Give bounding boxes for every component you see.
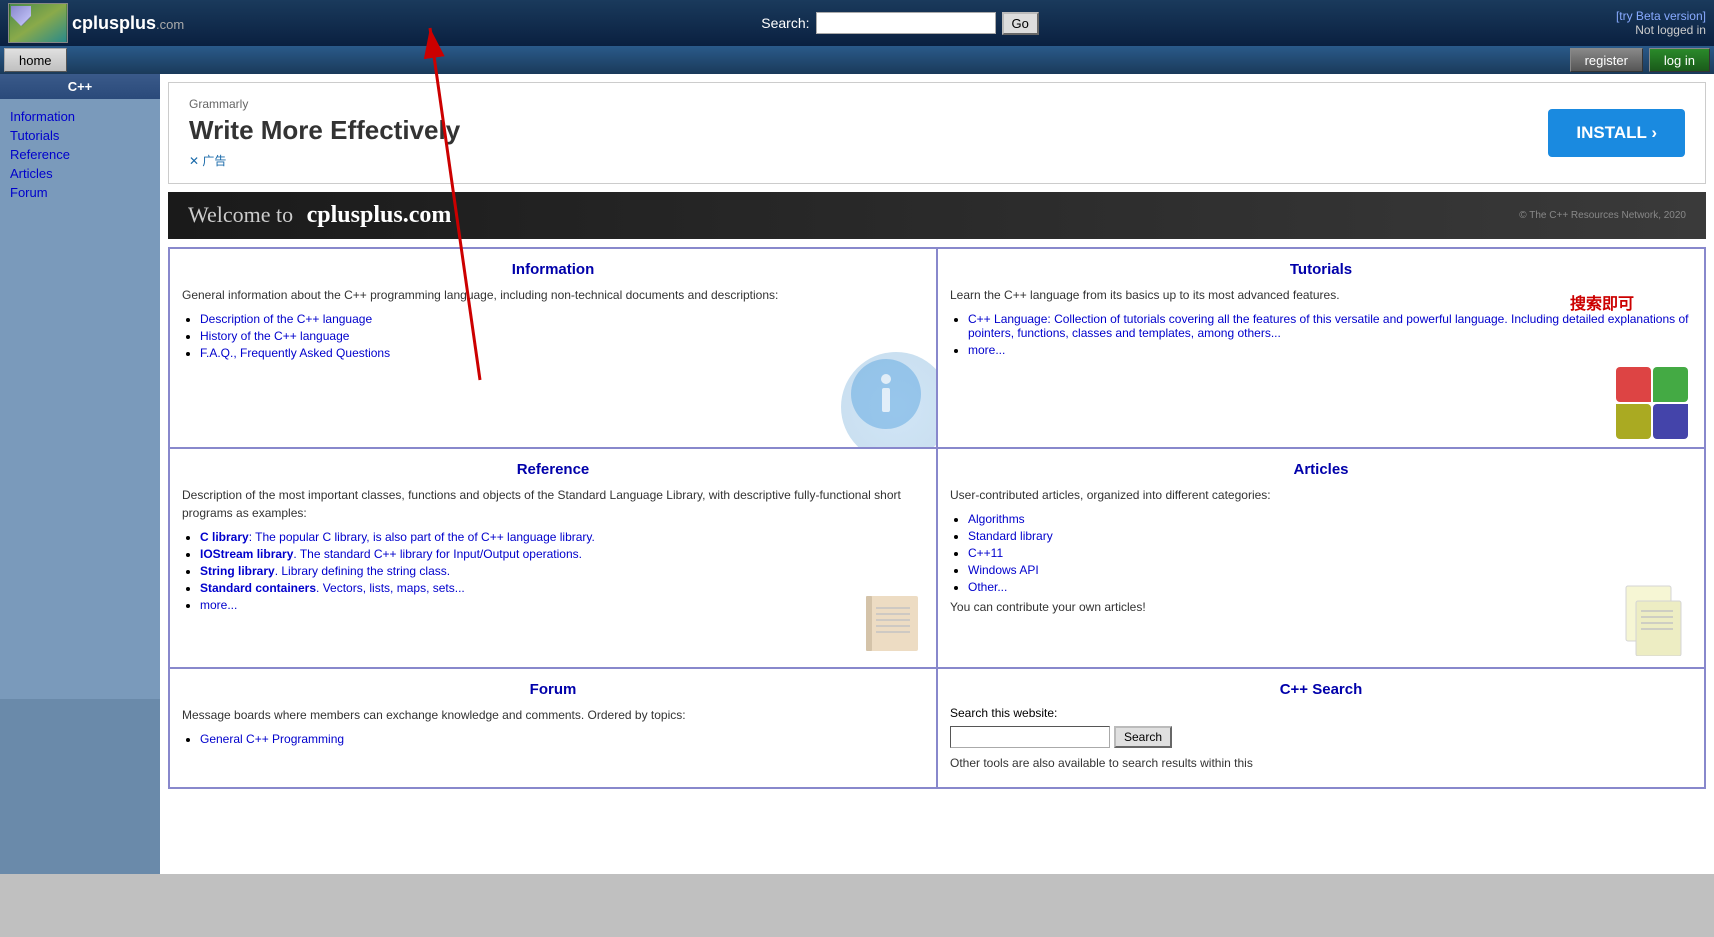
register-button[interactable]: register [1570, 48, 1643, 72]
search-website-button[interactable]: Search [1114, 726, 1172, 748]
puzzle-decoration [1616, 367, 1696, 439]
search-website-input[interactable] [950, 726, 1110, 748]
logo-text-area: cplusplus.com [72, 13, 184, 34]
articles-links: Algorithms Standard library C++11 Window… [968, 512, 1692, 594]
tutorials-cell: Tutorials Learn the C++ language from it… [937, 248, 1705, 448]
sidebar-title: C++ [0, 74, 160, 99]
tut-link-1[interactable]: C++ Language: Collection of tutorials co… [968, 312, 1688, 340]
sidebar-links: Information Tutorials Reference Articles… [0, 99, 160, 699]
ref-link-3[interactable]: String library. Library defining the str… [200, 564, 450, 578]
beta-link[interactable]: [try Beta version] [1616, 9, 1706, 23]
doc-decoration [1621, 581, 1696, 659]
ad-brand: Grammarly [189, 97, 460, 111]
cppsearch-title: C++ Search [950, 681, 1692, 698]
sidebar-item-forum[interactable]: Forum [10, 185, 150, 200]
sidebar-item-tutorials[interactable]: Tutorials [10, 128, 150, 143]
welcome-text-area: Welcome to cplusplus.com [188, 202, 451, 229]
welcome-banner: Welcome to cplusplus.com © The C++ Resou… [168, 192, 1706, 239]
information-links: Description of the C++ language History … [200, 312, 924, 360]
home-button[interactable]: home [4, 48, 67, 72]
search-extra: Other tools are also available to search… [950, 756, 1692, 770]
forum-links: General C++ Programming [200, 732, 924, 746]
sidebar-item-reference[interactable]: Reference [10, 147, 150, 162]
go-button[interactable]: Go [1002, 12, 1039, 35]
install-button[interactable]: INSTALL › [1548, 109, 1685, 157]
reference-cell: Reference Description of the most import… [169, 448, 937, 668]
info-link-2[interactable]: History of the C++ language [200, 329, 349, 343]
art-link-3[interactable]: C++11 [968, 546, 1003, 560]
forum-link-1[interactable]: General C++ Programming [200, 732, 344, 746]
articles-extra: You can contribute your own articles! [950, 600, 1692, 614]
search-website-label: Search this website: [950, 706, 1692, 720]
welcome-brand: cplusplus.com [307, 202, 452, 228]
logo-icon [8, 3, 68, 43]
articles-cell: Articles User-contributed articles, orga… [937, 448, 1705, 668]
reference-title: Reference [182, 461, 924, 478]
cppsearch-cell: C++ Search Search this website: Search O… [937, 668, 1705, 788]
search-input[interactable] [816, 12, 996, 34]
tut-link-more[interactable]: more... [968, 343, 1005, 357]
content-grid: Information General information about th… [168, 247, 1706, 789]
welcome-copyright: © The C++ Resources Network, 2020 [1519, 210, 1686, 221]
tutorials-title: Tutorials [950, 261, 1692, 278]
search-website-row: Search [950, 726, 1692, 748]
tutorials-desc: Learn the C++ language from its basics u… [950, 286, 1692, 304]
book-decoration [858, 586, 928, 659]
search-label: Search: [761, 15, 809, 31]
tutorials-links: C++ Language: Collection of tutorials co… [968, 312, 1692, 357]
information-desc: General information about the C++ progra… [182, 286, 924, 304]
login-button[interactable]: log in [1649, 48, 1710, 72]
art-link-4[interactable]: Windows API [968, 563, 1039, 577]
ref-link-4[interactable]: Standard containers. Vectors, lists, map… [200, 581, 465, 595]
welcome-text: Welcome to [188, 202, 293, 227]
ad-title: Write More Effectively [189, 115, 460, 146]
ad-banner: Grammarly Write More Effectively ✕ 广告 IN… [168, 82, 1706, 184]
art-link-5[interactable]: Other... [968, 580, 1007, 594]
articles-desc: User-contributed articles, organized int… [950, 486, 1692, 504]
articles-title: Articles [950, 461, 1692, 478]
navbar: home register log in [0, 46, 1714, 74]
info-link-1[interactable]: Description of the C++ language [200, 312, 372, 326]
info-link-3[interactable]: F.A.Q., Frequently Asked Questions [200, 346, 390, 360]
sidebar: C++ Information Tutorials Reference Arti… [0, 74, 160, 874]
info-decoration [841, 352, 937, 448]
not-logged-text: Not logged in [1616, 23, 1706, 37]
user-area: [try Beta version] Not logged in [1616, 9, 1706, 37]
forum-title: Forum [182, 681, 924, 698]
forum-cell: Forum Message boards where members can e… [169, 668, 937, 788]
main-layout: C++ Information Tutorials Reference Arti… [0, 74, 1714, 874]
sidebar-item-information[interactable]: Information [10, 109, 150, 124]
reference-links: C library: The popular C library, is als… [200, 530, 924, 612]
top-bar: cplusplus.com Search: Go [try Beta versi… [0, 0, 1714, 46]
ad-footer[interactable]: ✕ 广告 [189, 152, 460, 169]
ad-content: Grammarly Write More Effectively ✕ 广告 [189, 97, 460, 169]
ref-link-1[interactable]: C library: The popular C library, is als… [200, 530, 595, 544]
sidebar-item-articles[interactable]: Articles [10, 166, 150, 181]
information-cell: Information General information about th… [169, 248, 937, 448]
logo-name: cplusplus [72, 13, 156, 33]
header-search-area: Search: Go [761, 12, 1039, 35]
art-link-2[interactable]: Standard library [968, 529, 1053, 543]
logo-com: .com [156, 17, 184, 32]
content-area: Grammarly Write More Effectively ✕ 广告 IN… [160, 74, 1714, 874]
reference-desc: Description of the most important classe… [182, 486, 924, 522]
information-title: Information [182, 261, 924, 278]
ref-link-more[interactable]: more... [200, 598, 237, 612]
forum-desc: Message boards where members can exchang… [182, 706, 924, 724]
logo-area: cplusplus.com [8, 3, 184, 43]
art-link-1[interactable]: Algorithms [968, 512, 1025, 526]
ref-link-2[interactable]: IOStream library. The standard C++ libra… [200, 547, 582, 561]
